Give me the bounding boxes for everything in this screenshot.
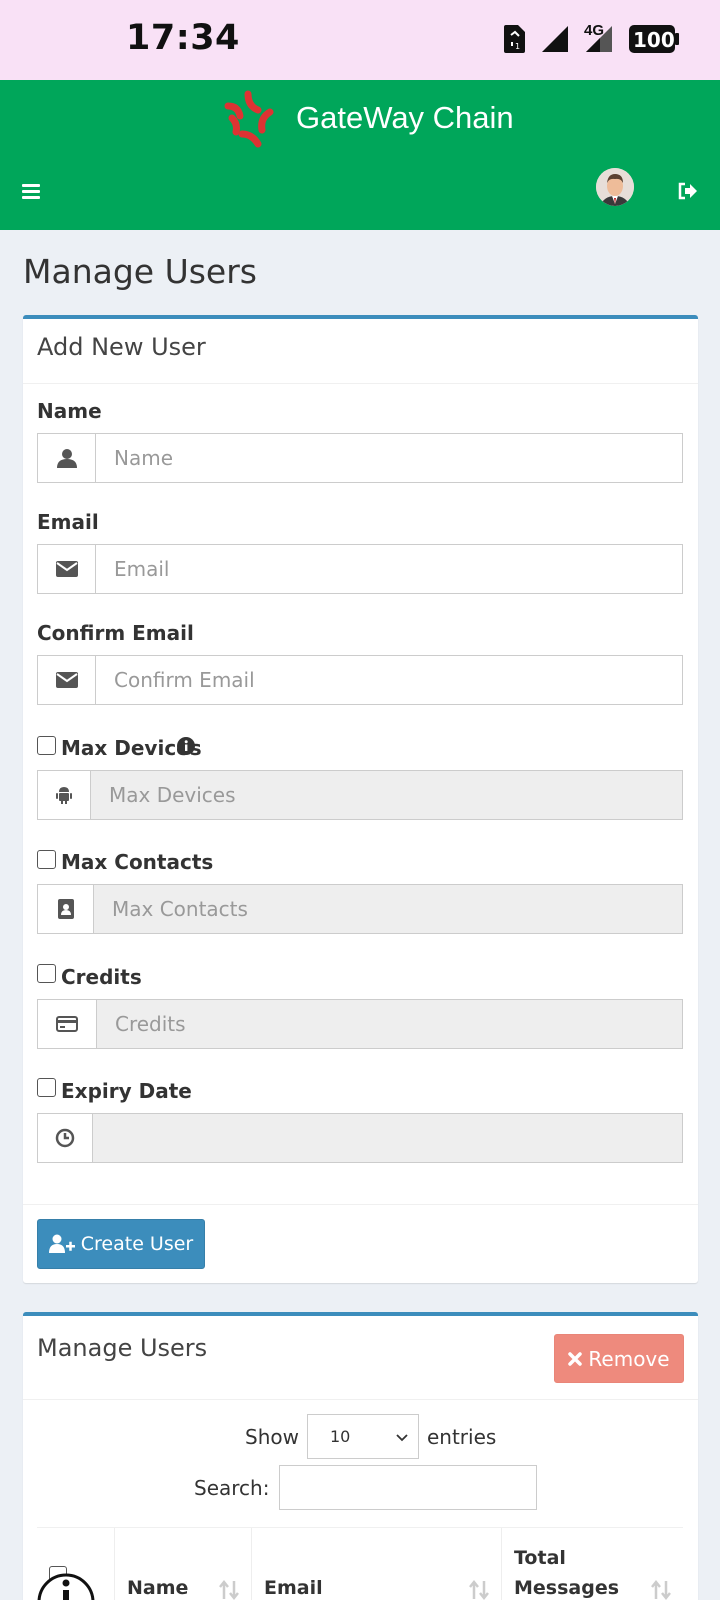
credits-label: Credits	[61, 965, 142, 989]
sort-icon	[469, 1579, 489, 1600]
max-contacts-label: Max Contacts	[61, 850, 214, 874]
sim-card-icon: 1	[504, 25, 525, 53]
page-title: Manage Users	[23, 252, 257, 291]
android-icon	[38, 771, 91, 819]
info-icon	[37, 1573, 95, 1600]
email-input[interactable]: Email	[96, 545, 682, 593]
expiry-date-input[interactable]	[93, 1114, 682, 1162]
credit-card-icon	[38, 1000, 97, 1048]
sign-out-icon[interactable]	[678, 182, 698, 200]
confirm-email-input-group: Confirm Email	[37, 655, 683, 705]
email-label: Email	[37, 510, 99, 534]
info-icon[interactable]	[177, 737, 195, 755]
name-input[interactable]: Name	[96, 434, 682, 482]
create-user-label: Create User	[80, 1233, 194, 1255]
max-devices-input[interactable]: Max Devices	[91, 771, 682, 819]
confirm-email-input[interactable]: Confirm Email	[96, 656, 682, 704]
show-entries: Show 10 entries	[245, 1414, 496, 1459]
confirm-email-label: Confirm Email	[37, 621, 194, 645]
entries-value: 10	[329, 1427, 351, 1446]
envelope-icon	[38, 545, 96, 593]
envelope-icon	[38, 656, 96, 704]
signal-icon	[542, 26, 568, 52]
expiry-date-checkbox[interactable]	[37, 1078, 56, 1097]
credits-input[interactable]: Credits	[97, 1000, 682, 1048]
status-bar: 17:34 4G 1 100	[0, 0, 720, 80]
column-total-messages-label: Total Messages	[514, 1547, 620, 1599]
sort-icon	[219, 1579, 239, 1600]
column-total-messages[interactable]: Total Messages	[502, 1528, 683, 1600]
max-contacts-checkbox[interactable]	[37, 850, 56, 869]
status-time: 17:34	[126, 18, 240, 58]
hamburger-icon[interactable]	[22, 184, 40, 199]
sort-icon	[651, 1579, 671, 1600]
entries-select[interactable]: 10	[306, 1414, 419, 1459]
table-search: Search:	[194, 1465, 538, 1510]
remove-button[interactable]: Remove	[554, 1334, 684, 1383]
box-footer-divider	[23, 1204, 698, 1205]
credits-input-group: Credits	[37, 999, 683, 1049]
users-table-header: Name Email Total Messages	[37, 1527, 683, 1600]
user-plus-icon	[48, 1234, 75, 1253]
max-devices-input-group: Max Devices	[37, 770, 683, 820]
show-label: Show	[245, 1424, 299, 1449]
battery-level: 100	[633, 28, 675, 52]
entries-label: entries	[426, 1424, 497, 1449]
column-email[interactable]: Email	[252, 1528, 502, 1600]
credits-checkbox[interactable]	[37, 964, 56, 983]
max-contacts-input-group: Max Contacts	[37, 884, 683, 934]
box-header: Add New User	[23, 319, 698, 384]
search-label: Search:	[194, 1475, 270, 1500]
battery-icon: 100	[629, 25, 679, 53]
clock-icon	[38, 1114, 93, 1162]
name-label: Name	[37, 399, 102, 423]
address-book-icon	[38, 885, 94, 933]
column-name[interactable]: Name	[115, 1528, 252, 1600]
add-user-title: Add New User	[37, 333, 206, 361]
brand-logo-icon	[224, 90, 274, 148]
signal-4g-icon	[586, 26, 612, 52]
email-input-group: Email	[37, 544, 683, 594]
max-contacts-input[interactable]: Max Contacts	[94, 885, 682, 933]
svg-text:1: 1	[515, 42, 520, 51]
box-header: Manage Users Remove	[23, 1316, 698, 1400]
app-header: GateWay Chain	[0, 80, 720, 230]
avatar[interactable]	[596, 168, 634, 206]
remove-label: Remove	[588, 1346, 670, 1371]
name-input-group: Name	[37, 433, 683, 483]
column-email-label: Email	[264, 1577, 323, 1599]
expiry-date-input-group	[37, 1113, 683, 1163]
brand-name: GateWay Chain	[296, 100, 514, 135]
chevron-down-icon	[396, 1434, 408, 1442]
search-input[interactable]	[279, 1465, 538, 1510]
user-icon	[38, 434, 96, 482]
manage-users-title: Manage Users	[37, 1334, 208, 1362]
create-user-button[interactable]: Create User	[37, 1219, 205, 1269]
expiry-date-label: Expiry Date	[61, 1079, 192, 1103]
times-icon	[568, 1351, 583, 1366]
column-name-label: Name	[127, 1577, 189, 1599]
max-devices-checkbox[interactable]	[37, 736, 56, 755]
select-all-column	[37, 1528, 115, 1600]
